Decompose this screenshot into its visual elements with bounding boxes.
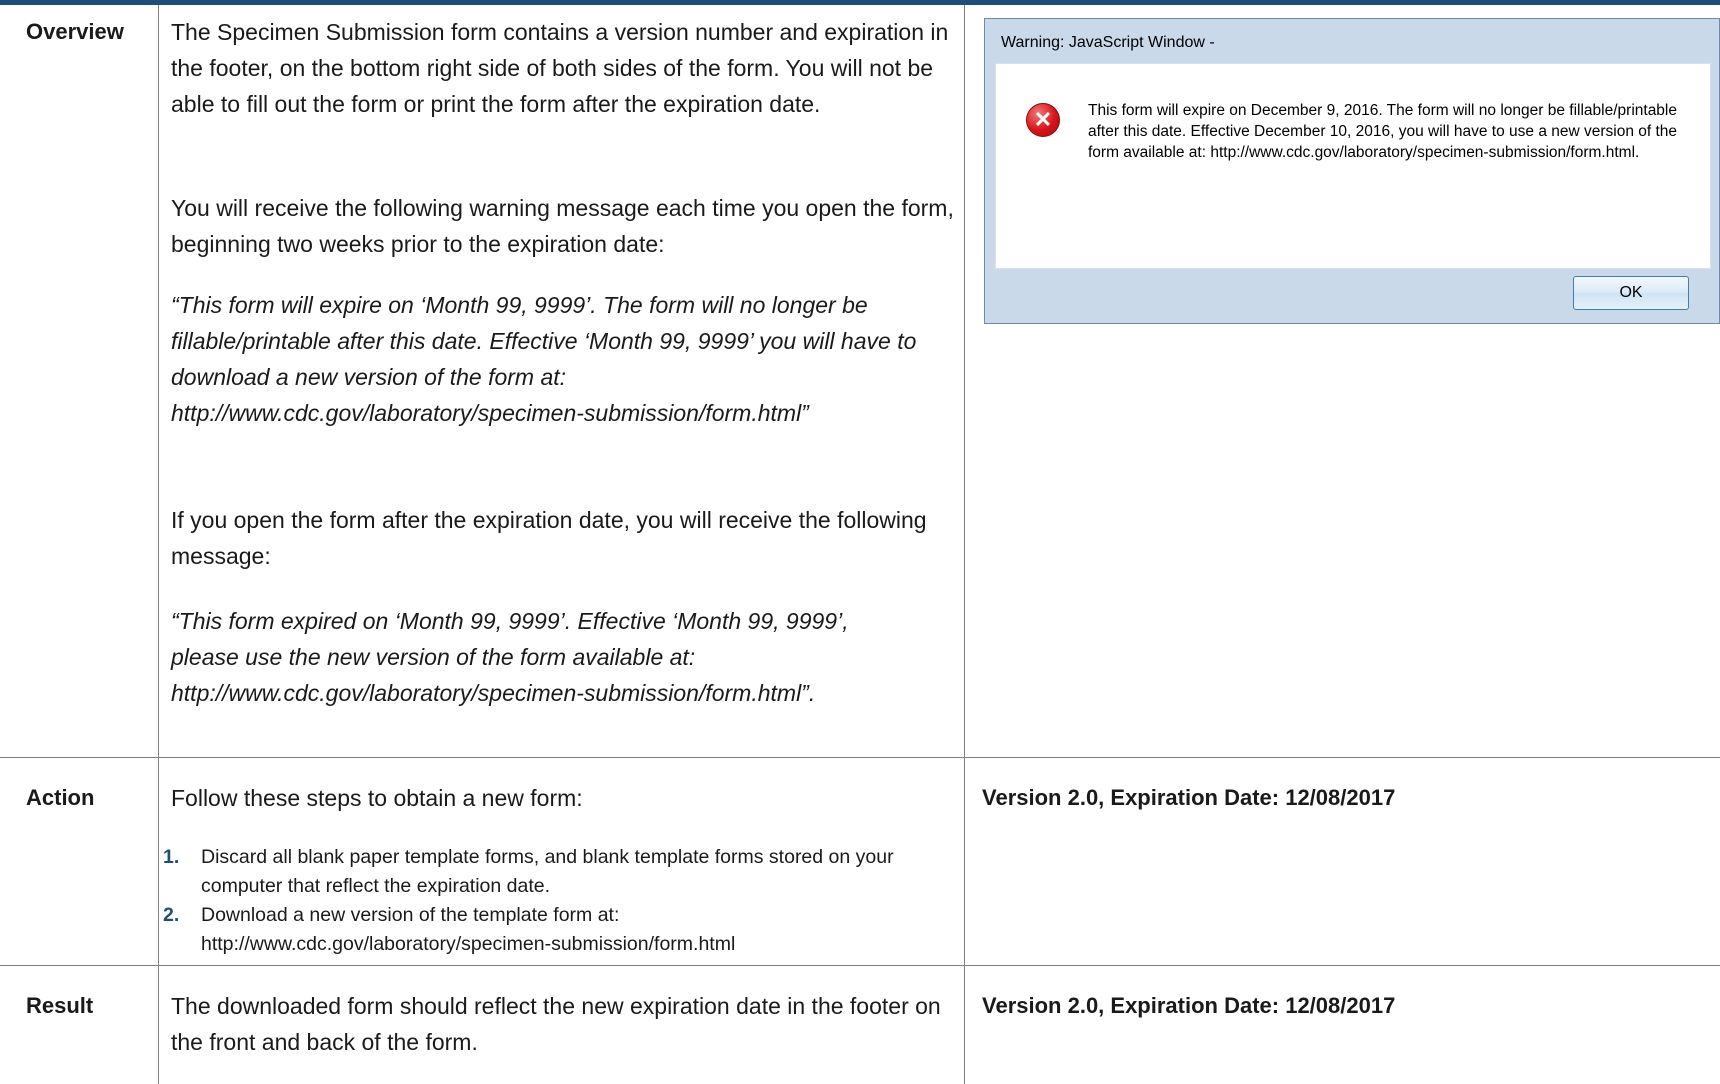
row-label-action: Action: [26, 785, 95, 810]
dialog-ok-button[interactable]: OK: [1573, 276, 1689, 310]
overview-paragraph-2: You will receive the following warning m…: [171, 195, 954, 257]
row-divider-2: [0, 965, 1720, 966]
table-border-middle: [964, 5, 965, 1084]
row-divider-1: [0, 757, 1720, 758]
dialog-body: ✕ This form will expire on December 9, 2…: [995, 63, 1711, 269]
overview-paragraph-3: If you open the form after the expiratio…: [171, 507, 927, 569]
step-text: Discard all blank paper template forms, …: [201, 846, 894, 897]
row-label-result: Result: [26, 993, 94, 1018]
top-accent-bar: [0, 0, 1720, 5]
dialog-message: This form will expire on December 9, 201…: [1088, 102, 1678, 161]
action-step-2: 2. Download a new version of the templat…: [163, 901, 943, 959]
overview-quote-expired: “This form expired on ‘Month 99, 9999’. …: [171, 608, 849, 706]
overview-quote-warning: “This form will expire on ‘Month 99, 999…: [171, 292, 917, 426]
action-intro: Follow these steps to obtain a new form:: [171, 785, 583, 811]
dialog-title: Warning: JavaScript Window -: [1001, 34, 1215, 51]
step-text: Download a new version of the template f…: [201, 904, 736, 955]
javascript-warning-dialog: Warning: JavaScript Window - ✕ This form…: [984, 18, 1720, 324]
overview-paragraph-1: The Specimen Submission form contains a …: [171, 19, 949, 117]
result-text: The downloaded form should reflect the n…: [171, 993, 941, 1055]
result-version-label: Version 2.0, Expiration Date: 12/08/2017: [982, 993, 1396, 1018]
action-steps-list: 1. Discard all blank paper template form…: [163, 843, 943, 959]
row-label-overview: Overview: [26, 19, 124, 44]
action-version-label: Version 2.0, Expiration Date: 12/08/2017: [982, 785, 1396, 810]
step-number: 1.: [163, 846, 180, 868]
action-step-1: 1. Discard all blank paper template form…: [163, 843, 943, 901]
error-x-icon: ✕: [1026, 103, 1060, 137]
table-border-left: [158, 5, 159, 1084]
step-number: 2.: [163, 904, 180, 926]
